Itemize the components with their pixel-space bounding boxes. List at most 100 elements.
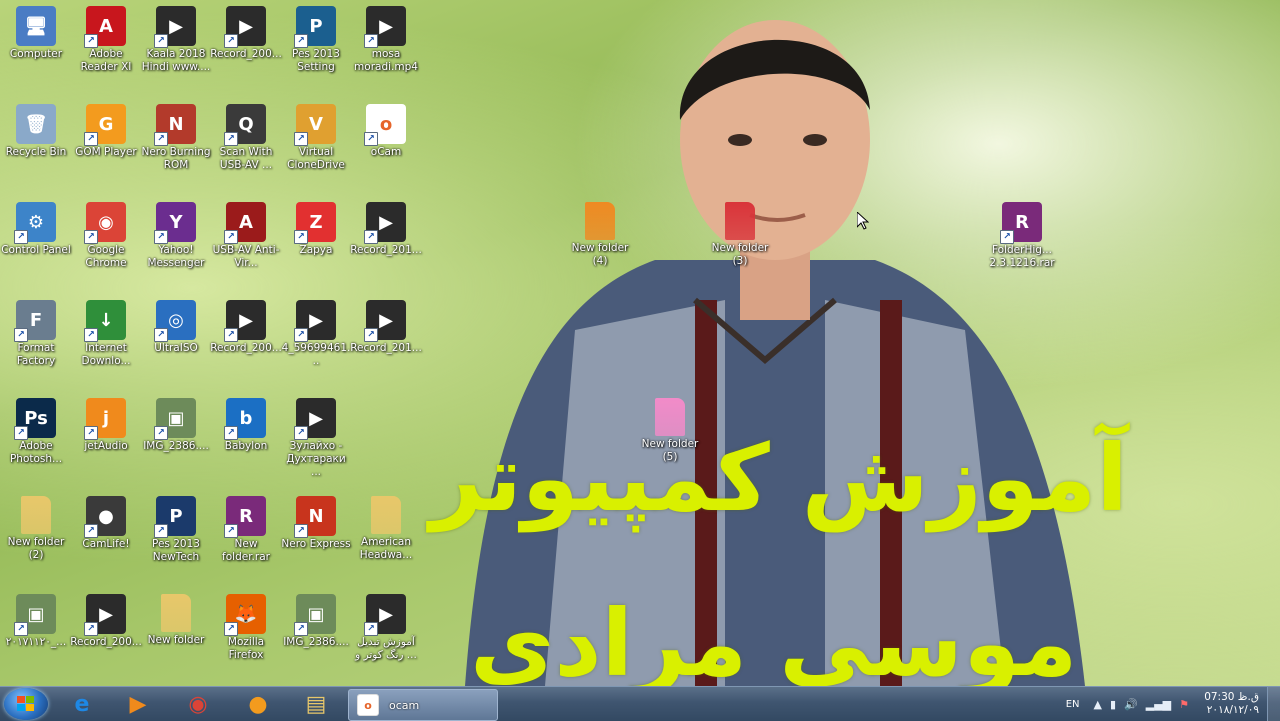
desktop-icon-label: jetAudio	[84, 440, 128, 452]
desktop-icon[interactable]: New folder	[140, 592, 212, 647]
desktop-icon[interactable]: New folder (3)	[704, 200, 776, 268]
taskbar-pinned-app[interactable]: ▶	[118, 690, 158, 718]
chrome-icon: ◉ ↗	[84, 202, 126, 244]
folder-icon	[21, 496, 51, 534]
control-panel-icon: ⚙ ↗	[14, 202, 56, 244]
desktop-icon[interactable]: 🦊 ↗ Mozilla Firefox	[210, 592, 282, 662]
shortcut-arrow-icon: ↗	[84, 132, 98, 146]
shortcut-arrow-icon: ↗	[364, 328, 378, 342]
taskbar-pinned-app[interactable]: ●	[238, 690, 278, 718]
desktop-icon[interactable]: ▣ ↗ IMG_2386....	[280, 592, 352, 649]
start-button[interactable]	[4, 688, 48, 720]
shortcut-arrow-icon: ↗	[14, 230, 28, 244]
shortcut-arrow-icon: ↗	[364, 132, 378, 146]
shortcut-arrow-icon: ↗	[84, 622, 98, 636]
desktop-icon[interactable]: A ↗ Adobe Reader XI	[70, 4, 142, 74]
desktop-icon[interactable]: V ↗ Virtual CloneDrive	[280, 102, 352, 172]
desktop-icon[interactable]: ◎ ↗ UltraISO	[140, 298, 212, 355]
desktop-icon[interactable]: ▶ ↗ Record_201...	[350, 298, 422, 355]
pes-icon: P ↗	[154, 496, 196, 538]
desktop-icon[interactable]: ● ↗ CamLife!	[70, 494, 142, 551]
desktop-icon[interactable]: P ↗ Pes 2013 Setting	[280, 4, 352, 74]
desktop-icon[interactable]: N ↗ Nero Burning ROM	[140, 102, 212, 172]
taskbar-item-label: ocam	[389, 698, 420, 712]
desktop-icon[interactable]: j ↗ jetAudio	[70, 396, 142, 453]
language-indicator[interactable]: EN	[1066, 699, 1080, 710]
desktop-icon[interactable]: F ↗ Format Factory	[0, 298, 72, 368]
desktop-icon[interactable]: b ↗ Babylon	[210, 396, 282, 453]
desktop-icon[interactable]: ▶ ↗ Record_201...	[350, 200, 422, 257]
desktop-icon-label: New folder (4)	[571, 242, 629, 267]
desktop-icon[interactable]: o ↗ oCam	[350, 102, 422, 159]
taskbar-item-ocam[interactable]: o ocam	[348, 689, 498, 721]
taskbar-pinned-app[interactable]: ▤	[296, 690, 336, 718]
network-icon[interactable]: ▂▄▆	[1146, 698, 1171, 711]
taskbar-pinned-app[interactable]: ◉	[178, 690, 218, 718]
system-tray: EN ▲ ▮ 🔊 ▂▄▆ ⚑ 07:30 ق.ظ ۲۰۱۸/۱۲/۰۹	[1066, 687, 1280, 721]
clock[interactable]: 07:30 ق.ظ ۲۰۱۸/۱۲/۰۹	[1197, 691, 1259, 717]
video-file-icon: ▶ ↗	[364, 594, 406, 636]
desktop-icon-label: American Headwa...	[359, 536, 413, 561]
desktop-icon[interactable]: ▶ ↗ 4_59699461...	[280, 298, 352, 368]
desktop-icon[interactable]: ⚙ ↗ Control Panel	[0, 200, 72, 257]
desktop-icon-label: CamLife!	[82, 538, 130, 550]
video-file-icon: ▶ ↗	[294, 300, 336, 342]
idm-icon: ↓ ↗	[84, 300, 126, 342]
nero-express-icon: N ↗	[294, 496, 336, 538]
nero-icon: N ↗	[154, 104, 196, 146]
desktop-icon-label: Recycle Bin	[5, 146, 67, 158]
desktop-icon[interactable]: Y ↗ Yahoo! Messenger	[140, 200, 212, 270]
shortcut-arrow-icon: ↗	[294, 230, 308, 244]
show-desktop-button[interactable]	[1267, 687, 1280, 721]
desktop-icon[interactable]: P ↗ Pes 2013 NewTech	[140, 494, 212, 564]
action-center-icon[interactable]: ⚑	[1179, 698, 1189, 711]
desktop-icon[interactable]: New folder (2)	[0, 494, 72, 562]
desktop-icon[interactable]: N ↗ Nero Express	[280, 494, 352, 551]
desktop-icon[interactable]: ▶ ↗ Зулайхо - Духтараки ...	[280, 396, 352, 479]
battery-icon[interactable]: ▮	[1110, 698, 1116, 711]
desktop-icon[interactable]: R ↗ New folder.rar	[210, 494, 282, 564]
video-file-icon: ▶ ↗	[294, 398, 336, 440]
desktop-icon[interactable]: ▶ ↗ Record_200...	[70, 592, 142, 649]
desktop-icon[interactable]: Ps ↗ Adobe Photosh...	[0, 396, 72, 466]
desktop-icon[interactable]: ▣ ↗ ۲۰۱۷۱۱۲۰_...	[0, 592, 72, 649]
desktop-icon[interactable]: Q ↗ Scan With USB-AV ...	[210, 102, 282, 172]
desktop-icon[interactable]: ▶ ↗ Record_200...	[210, 298, 282, 355]
desktop-icon[interactable]: New folder (4)	[564, 200, 636, 268]
desktop-icon[interactable]: American Headwa...	[350, 494, 422, 562]
desktop-icon[interactable]: R ↗ FolderHig... 2.3.1216.rar	[986, 200, 1058, 270]
desktop-icon-label: Record_200...	[210, 48, 282, 60]
folder-orange-icon	[585, 202, 615, 240]
desktop-icon[interactable]: 🗑 Recycle Bin	[0, 102, 72, 159]
desktop-icon[interactable]: ↓ ↗ Internet Downlo...	[70, 298, 142, 368]
clock-time: 07:30 ق.ظ	[1204, 691, 1259, 703]
desktop-icon[interactable]: A ↗ USB-AV Anti-Vir...	[210, 200, 282, 270]
shortcut-arrow-icon: ↗	[364, 230, 378, 244]
volume-icon[interactable]: 🔊	[1124, 698, 1138, 711]
desktop-icon[interactable]: ▶ ↗ آموزش تبدیل رنگ کوتر و ...	[350, 592, 422, 662]
desktop-icon[interactable]: New folder (5)	[634, 396, 706, 464]
desktop-icon-label: Zapya	[299, 244, 333, 256]
shortcut-arrow-icon: ↗	[84, 426, 98, 440]
desktop-icon[interactable]: ▣ ↗ IMG_2386....	[140, 396, 212, 453]
folder-icon	[161, 594, 191, 632]
desktop-icon-label: USB-AV Anti-Vir...	[212, 244, 280, 269]
show-hidden-icons-icon[interactable]: ▲	[1094, 698, 1102, 711]
desktop-icon[interactable]: ▶ ↗ Kaala 2018 Hindi www....	[140, 4, 212, 74]
desktop-icon[interactable]: Z ↗ Zapya	[280, 200, 352, 257]
desktop-icon-label: Mozilla Firefox	[227, 636, 265, 661]
desktop-icon[interactable]: 🖥 Computer	[0, 4, 72, 61]
shortcut-arrow-icon: ↗	[154, 230, 168, 244]
desktop-icon[interactable]: ◉ ↗ Google Chrome	[70, 200, 142, 270]
desktop-icon[interactable]: ▶ ↗ Record_200...	[210, 4, 282, 61]
shortcut-arrow-icon: ↗	[154, 524, 168, 538]
scan-icon: Q ↗	[224, 104, 266, 146]
desktop-icon[interactable]: G ↗ GOM Player	[70, 102, 142, 159]
taskbar-pinned-app[interactable]: e	[62, 690, 102, 718]
shortcut-arrow-icon: ↗	[224, 524, 238, 538]
desktop-icon-label: New folder (5)	[641, 438, 699, 463]
computer-icon: 🖥	[16, 6, 56, 46]
windows-logo-icon	[17, 696, 35, 712]
shortcut-arrow-icon: ↗	[224, 328, 238, 342]
desktop-icon[interactable]: ▶ ↗ mosa moradi.mp4	[350, 4, 422, 74]
